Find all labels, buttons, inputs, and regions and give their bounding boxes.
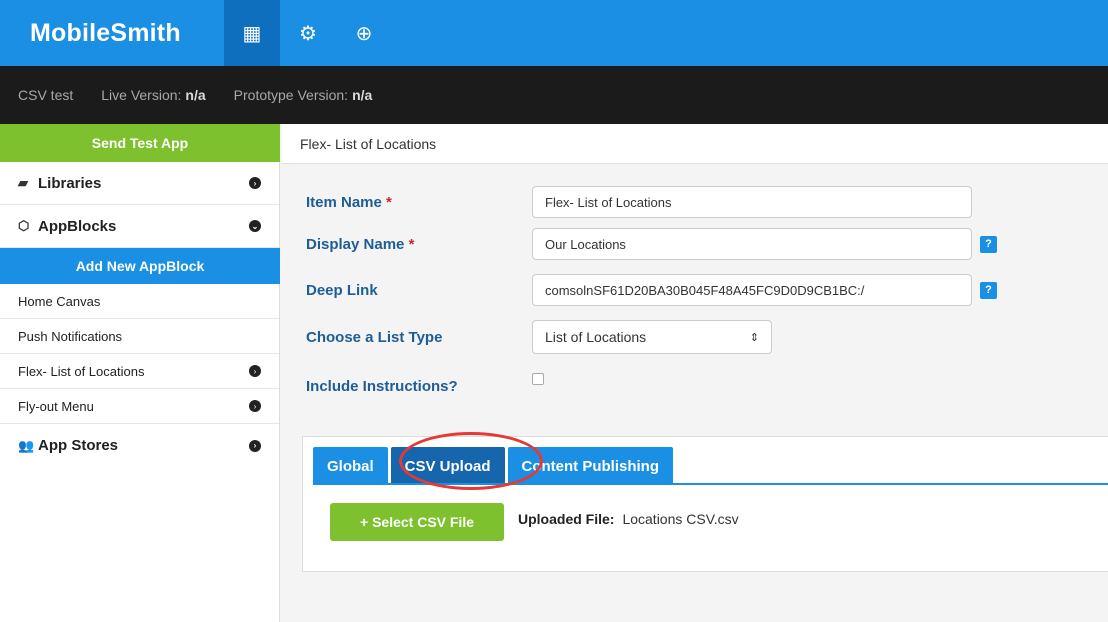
tab-content-publishing[interactable]: Content Publishing [507,447,673,485]
item-name-label-text: Item Name [306,193,382,211]
tab-bar: Global CSV Upload Content Publishing [313,445,676,485]
cube-icon: ⬡ [18,218,30,233]
sidebar-section-app-stores[interactable]: 👥 App Stores › [0,424,279,467]
prototype-version-label: Prototype Version: [233,87,349,103]
sidebar-section-label: AppBlocks [38,217,117,235]
select-csv-file-button[interactable]: + Select CSV File [330,503,504,541]
live-version-value: n/a [185,87,206,103]
item-name-input[interactable] [532,186,972,218]
list-type-selected-value: List of Locations [545,329,647,345]
add-new-appblock-button[interactable]: Add New AppBlock [0,248,280,284]
chevron-down-icon[interactable]: ⌄ [249,220,261,232]
chevron-right-icon[interactable]: › [249,439,261,452]
display-name-input[interactable] [532,228,972,260]
users-icon: 👥 [18,437,35,453]
chevron-right-icon[interactable]: › [249,177,261,189]
tab-csv-upload[interactable]: CSV Upload [390,447,505,485]
prototype-version-value: n/a [352,87,373,103]
lifebuoy-icon: ⊕ [355,22,373,45]
app-name: CSV test [18,87,74,103]
sidebar-item-label: Flex- List of Locations [18,363,145,379]
prototype-version: Prototype Version: n/a [234,87,373,103]
chevron-right-icon[interactable]: › [249,400,261,412]
sidebar-item-label: Push Notifications [18,328,123,344]
sidebar: Send Test App ▰ Libraries › ⬡ AppBlocks … [0,124,280,622]
display-name-help-button[interactable]: ? [980,235,997,253]
deep-link-input[interactable] [532,274,972,306]
include-instructions-row: Include Instructions? [306,372,544,395]
deep-link-label: Deep Link [306,281,378,299]
sidebar-item-push-notifications[interactable]: Push Notifications [0,319,279,354]
main-content: Flex- List of Locations Item Name * Disp… [282,124,1108,622]
item-name-row: Item Name * [306,186,972,218]
live-version-label: Live Version: [101,87,182,103]
select-arrows-icon: ⇕ [749,331,759,344]
list-type-row: Choose a List Type List of Locations ⇕ [306,320,772,354]
grid-icon: ▦ [242,22,262,45]
sidebar-section-libraries[interactable]: ▰ Libraries › [0,162,279,205]
display-name-row: Display Name * ? [306,228,997,260]
required-mark: * [408,235,415,253]
settings-button[interactable]: ⚙ [280,0,336,66]
tab-underline [313,483,1108,485]
uploaded-file-name: Locations CSV.csv [622,511,739,527]
tab-panel: Global CSV Upload Content Publishing + S… [302,436,1108,572]
logo[interactable]: MobileSmith [0,0,224,66]
sidebar-item-label: Fly-out Menu [18,398,94,414]
display-name-label: Display Name * [306,236,532,253]
breadcrumb: Flex- List of Locations [282,124,1108,164]
display-name-label-text: Display Name [306,235,405,253]
list-type-label: Choose a List Type [306,328,443,346]
gears-icon: ⚙ [299,22,317,45]
deep-link-help-button[interactable]: ? [980,281,997,299]
sidebar-item-label: Home Canvas [18,293,101,309]
top-nav-bar: MobileSmith ▦ ⚙ ⊕ [0,0,1108,66]
list-type-select[interactable]: List of Locations ⇕ [532,320,772,354]
include-instructions-checkbox[interactable] [532,372,544,385]
uploaded-file-label: Uploaded File: [518,511,615,527]
apps-grid-button[interactable]: ▦ [224,0,280,66]
required-mark: * [386,193,392,211]
live-version: Live Version: n/a [101,87,205,103]
uploaded-file-info: Uploaded File: Locations CSV.csv [518,511,739,527]
include-instructions-label: Include Instructions? [306,378,458,395]
book-icon: ▰ [18,175,28,190]
sidebar-section-label: Libraries [38,174,102,192]
sidebar-item-fly-out-menu[interactable]: Fly-out Menu › [0,389,279,424]
sidebar-section-appblocks[interactable]: ⬡ AppBlocks ⌄ [0,205,279,248]
sidebar-section-label: App Stores [38,437,119,454]
version-bar: CSV test Live Version: n/a Prototype Vers… [0,66,1108,124]
chevron-right-icon[interactable]: › [249,365,261,377]
help-button[interactable]: ⊕ [336,0,392,66]
send-test-app-button[interactable]: Send Test App [0,124,280,162]
item-name-label: Item Name * [306,194,532,211]
sidebar-item-home-canvas[interactable]: Home Canvas [0,284,279,319]
sidebar-item-flex-list-of-locations[interactable]: Flex- List of Locations › [0,354,279,389]
tab-global[interactable]: Global [313,447,388,485]
deep-link-row: Deep Link ? [306,274,997,306]
